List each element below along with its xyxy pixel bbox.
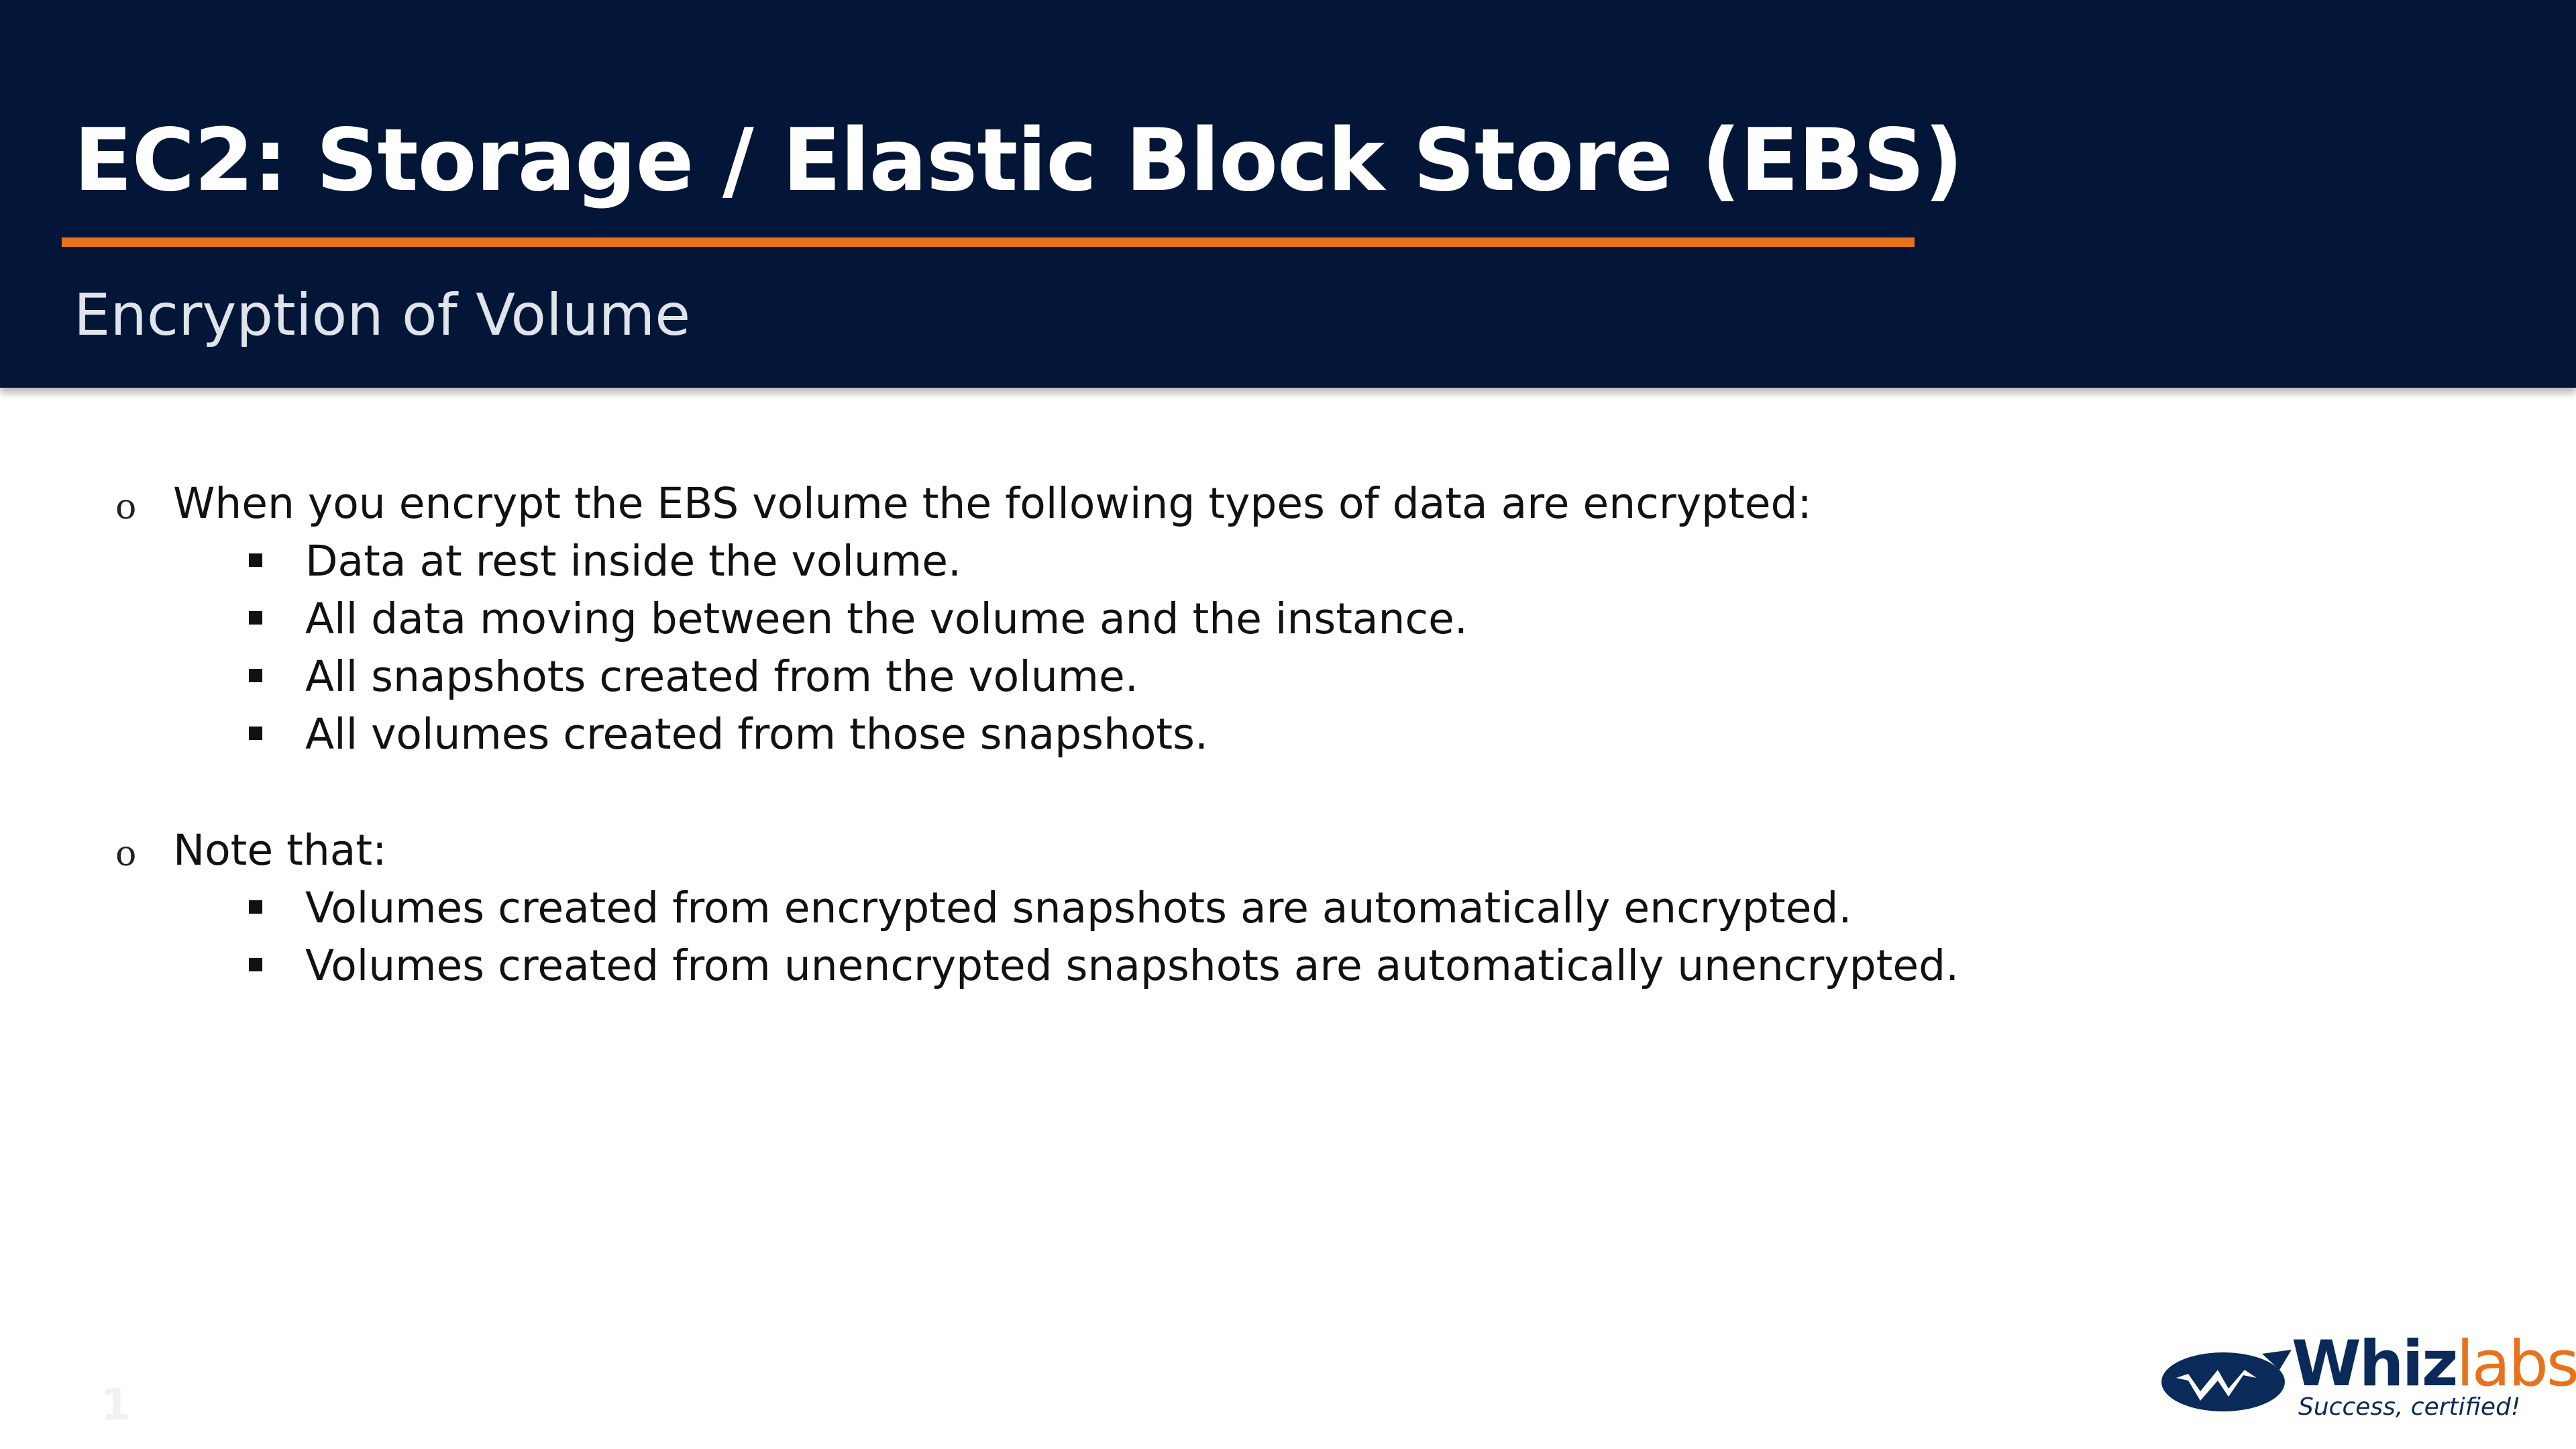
sub-bullet-item: All data moving between the volume and t… xyxy=(249,590,1468,648)
square-bullet-icon xyxy=(249,958,262,971)
logo-wordmark: Whizlabs xyxy=(2292,1331,2576,1398)
page-number: 1 xyxy=(101,1381,131,1430)
sub-bullet-item: Volumes created from unencrypted snapsho… xyxy=(249,937,1960,995)
logo-wordmark-main: Whiz xyxy=(2292,1328,2459,1401)
square-bullet-icon xyxy=(249,611,262,625)
sub-bullet-text: Volumes created from encrypted snapshots… xyxy=(305,883,1852,932)
sub-bullet-item: All volumes created from those snapshots… xyxy=(249,706,1208,763)
square-bullet-icon xyxy=(249,553,262,567)
sub-bullet-text: All volumes created from those snapshots… xyxy=(305,710,1208,759)
slide-body: o When you encrypt the EBS volume the fo… xyxy=(0,0,2576,1449)
sub-bullet-item: Data at rest inside the volume. xyxy=(249,533,961,590)
bullet-text: When you encrypt the EBS volume the foll… xyxy=(173,479,1812,528)
bullet-item: o When you encrypt the EBS volume the fo… xyxy=(115,475,1812,533)
hollow-bullet-icon: o xyxy=(115,487,137,527)
square-bullet-icon xyxy=(249,727,262,740)
bullet-item: o Note that: xyxy=(115,822,387,879)
whizlabs-logo-icon xyxy=(2161,1350,2292,1411)
sub-bullet-text: All data moving between the volume and t… xyxy=(305,594,1468,643)
sub-bullet-item: All snapshots created from the volume. xyxy=(249,648,1138,706)
logo-tagline: Success, certified! xyxy=(2298,1393,2521,1421)
sub-bullet-text: Volumes created from unencrypted snapsho… xyxy=(305,941,1960,990)
logo-wordmark-accent: labs xyxy=(2456,1328,2576,1401)
sub-bullet-text: Data at rest inside the volume. xyxy=(305,537,961,586)
square-bullet-icon xyxy=(249,669,262,682)
hollow-bullet-icon: o xyxy=(115,834,137,874)
sub-bullet-item: Volumes created from encrypted snapshots… xyxy=(249,879,1852,937)
whizlabs-logo: Whizlabs Success, certified! xyxy=(2161,1331,2576,1422)
sub-bullet-text: All snapshots created from the volume. xyxy=(305,652,1138,701)
square-bullet-icon xyxy=(249,900,262,914)
bullet-text: Note that: xyxy=(173,826,387,875)
